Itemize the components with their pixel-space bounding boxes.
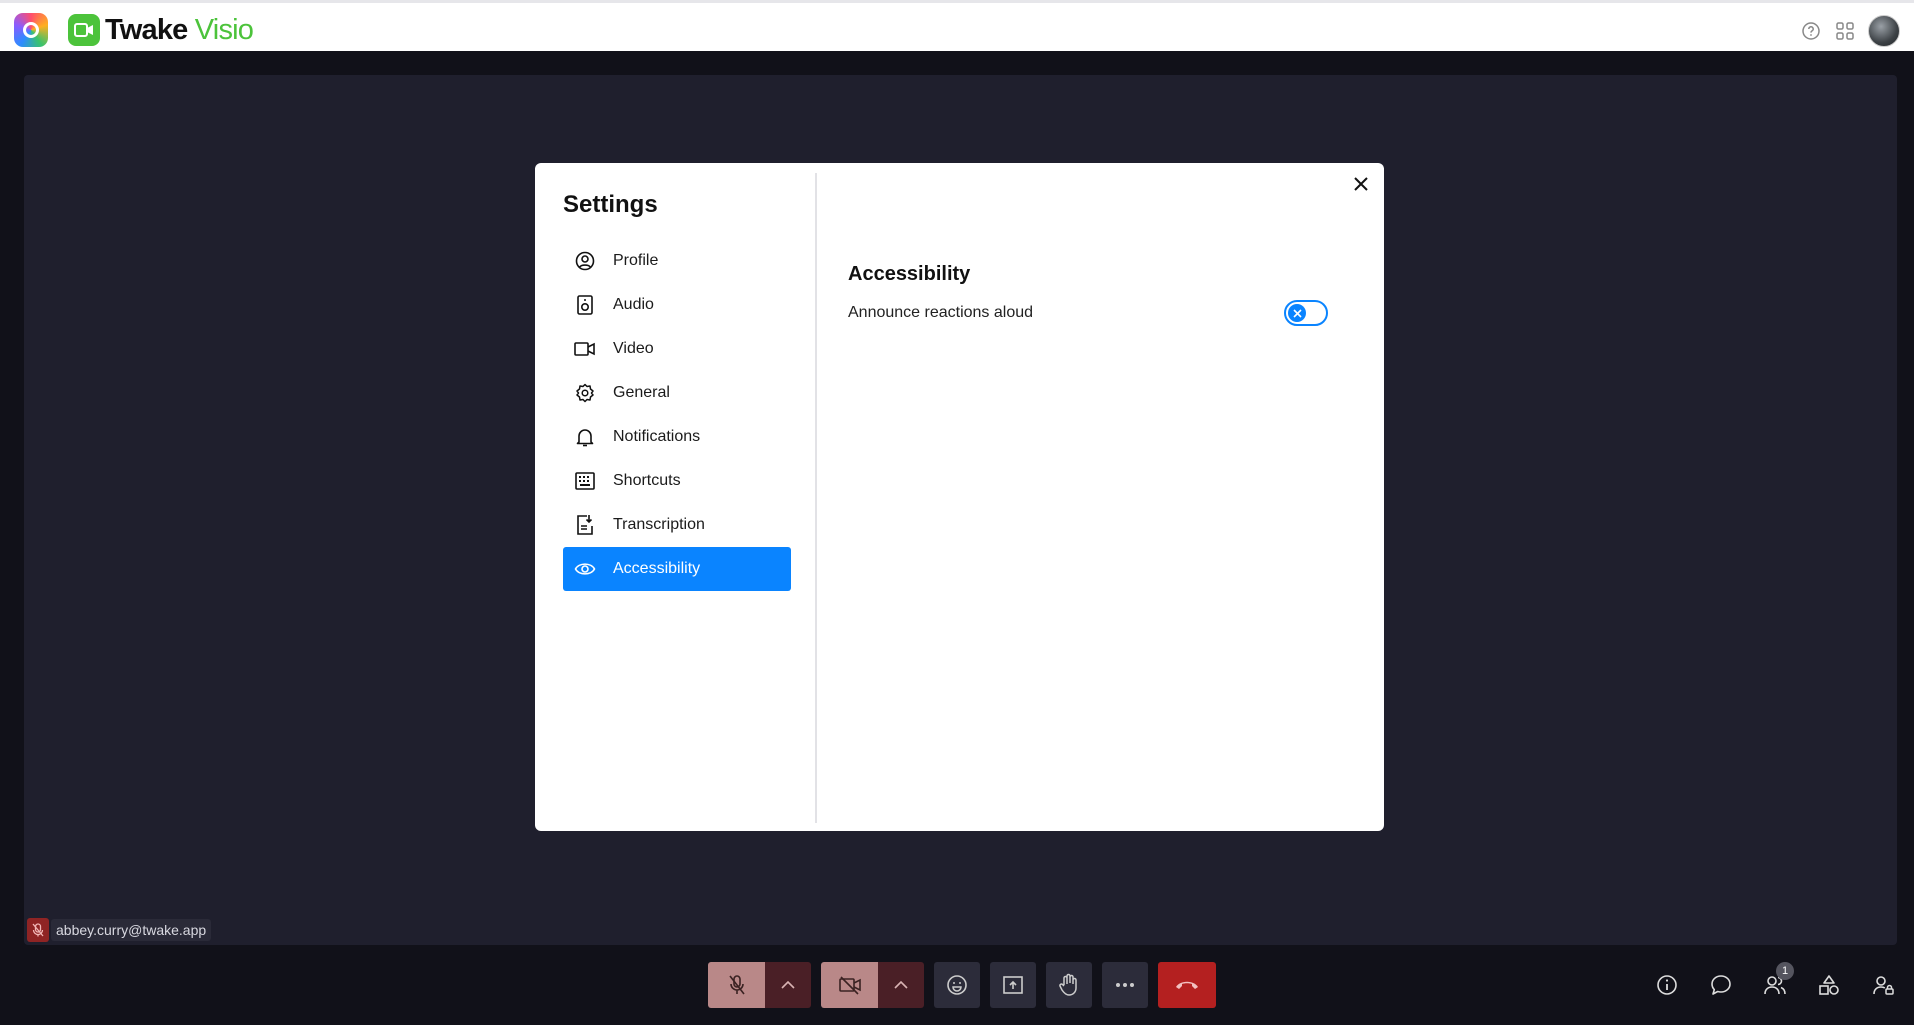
nav-item-video[interactable]: Video <box>563 327 791 371</box>
settings-title: Settings <box>563 191 658 218</box>
nav-item-label: General <box>613 384 670 401</box>
participant-name: abbey.curry@twake.app <box>51 919 212 941</box>
tools-button[interactable] <box>1812 968 1846 1002</box>
side-panel-controls: 1 <box>1650 962 1900 1002</box>
chat-icon <box>1711 975 1731 995</box>
video-logo-icon <box>68 14 100 46</box>
section-title: Accessibility <box>848 263 971 285</box>
hand-icon <box>1059 973 1077 996</box>
nav-item-label: Accessibility <box>613 560 701 577</box>
mic-options-button[interactable] <box>765 962 811 1008</box>
gear-icon <box>573 381 597 405</box>
screen-share-icon <box>1003 976 1023 994</box>
chat-button[interactable] <box>1704 968 1738 1002</box>
nav-item-label: Profile <box>613 252 659 269</box>
shapes-icon <box>1819 975 1839 995</box>
reactions-button[interactable] <box>934 962 980 1008</box>
help-icon[interactable] <box>1800 20 1822 42</box>
chevron-up-icon <box>781 981 795 989</box>
nav-item-shortcuts[interactable]: Shortcuts <box>563 459 791 503</box>
hang-up-icon <box>1176 981 1198 989</box>
brand: Twake Visio <box>68 14 254 46</box>
more-icon <box>1116 983 1134 987</box>
settings-dialog: Settings Profile Audio Video General Not… <box>535 163 1384 831</box>
settings-sidebar: Settings Profile Audio Video General Not… <box>563 173 791 591</box>
settings-content: Accessibility Announce reactions aloud <box>848 263 1328 326</box>
nav-item-label: Notifications <box>613 428 701 445</box>
admin-button[interactable] <box>1866 968 1900 1002</box>
participants-count-badge: 1 <box>1776 962 1794 980</box>
nav-item-label: Video <box>613 340 654 357</box>
top-right-actions <box>1800 15 1900 47</box>
nav-item-general[interactable]: General <box>563 371 791 415</box>
close-icon <box>1354 177 1368 191</box>
user-avatar[interactable] <box>1868 15 1900 47</box>
nav-item-accessibility[interactable]: Accessibility <box>563 547 791 591</box>
camera-toggle-button[interactable] <box>821 962 878 1008</box>
keyboard-icon <box>573 469 597 493</box>
nav-item-audio[interactable]: Audio <box>563 283 791 327</box>
nav-item-profile[interactable]: Profile <box>563 239 791 283</box>
nav-item-transcription[interactable]: Transcription <box>563 503 791 547</box>
chevron-up-icon <box>894 981 908 989</box>
announce-reactions-toggle[interactable] <box>1284 300 1328 326</box>
bell-icon <box>573 425 597 449</box>
brand-name: Twake Visio <box>105 14 254 46</box>
emoji-icon <box>947 975 967 995</box>
setting-label: Announce reactions aloud <box>848 304 1034 321</box>
more-options-button[interactable] <box>1102 962 1148 1008</box>
profile-icon <box>573 249 597 273</box>
nav-item-label: Transcription <box>613 516 705 533</box>
transcription-icon <box>573 513 597 537</box>
camera-off-icon <box>838 976 861 995</box>
leave-call-button[interactable] <box>1158 962 1216 1008</box>
dialog-divider <box>815 173 817 823</box>
apps-grid-icon[interactable] <box>1834 20 1856 42</box>
muted-mic-icon <box>27 918 49 942</box>
mic-off-icon <box>728 975 745 995</box>
speaker-icon <box>573 293 597 317</box>
user-lock-icon <box>1873 976 1894 995</box>
participants-button[interactable]: 1 <box>1758 962 1794 1002</box>
brand-name-part1: Twake <box>105 14 188 46</box>
mic-toggle-button[interactable] <box>708 962 765 1008</box>
info-icon <box>1657 975 1677 995</box>
call-controls <box>708 962 1216 1008</box>
screen-share-button[interactable] <box>990 962 1036 1008</box>
close-button[interactable] <box>1348 171 1374 197</box>
app-launcher-logo[interactable] <box>14 13 48 47</box>
participant-name-tag: abbey.curry@twake.app <box>27 917 212 943</box>
nav-item-label: Shortcuts <box>613 472 681 489</box>
setting-row-announce-reactions: Announce reactions aloud <box>848 300 1328 326</box>
camera-options-button[interactable] <box>878 962 924 1008</box>
eye-icon <box>573 557 597 581</box>
nav-item-label: Audio <box>613 296 654 313</box>
nav-item-notifications[interactable]: Notifications <box>563 415 791 459</box>
toggle-off-icon <box>1288 304 1306 322</box>
top-bar: Twake Visio <box>0 0 1914 51</box>
video-camera-icon <box>573 337 597 361</box>
info-button[interactable] <box>1650 968 1684 1002</box>
brand-name-part2: Visio <box>194 14 254 46</box>
raise-hand-button[interactable] <box>1046 962 1092 1008</box>
